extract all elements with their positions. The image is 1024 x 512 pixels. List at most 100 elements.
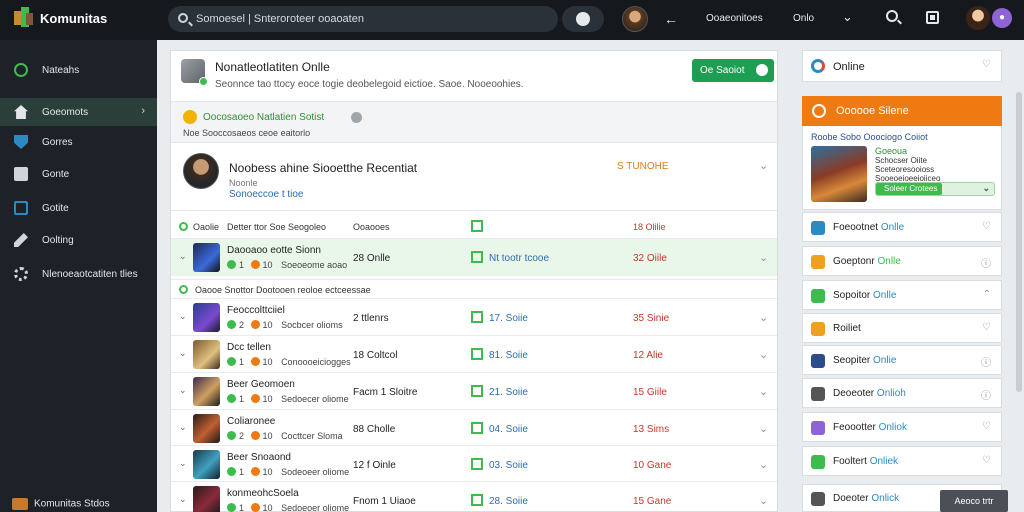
community-name[interactable]: Feoccolttciiel <box>227 305 285 316</box>
community-name[interactable]: konmeohcSoela <box>227 488 299 499</box>
checkbox[interactable] <box>471 494 483 506</box>
chevron-down-icon[interactable]: ⌄ <box>842 9 853 25</box>
table-row[interactable]: ⌄ Beer Geomoen 1 10 Sedoecer oliome Facm 1 … <box>171 372 777 410</box>
chevron-down-icon[interactable]: ⌄ <box>759 251 768 264</box>
chevron-down-icon[interactable]: ⌄ <box>179 311 187 322</box>
friend-card[interactable]: Foeootnet Onlle ♡ <box>802 212 1002 242</box>
table-row[interactable]: ⌄ Beer Snoaond 1 10 Sodeoeer oliome 12 f Oi… <box>171 445 777 483</box>
table-row[interactable]: ⌄ Dcc tellen 1 10 Conoooeiciogges 18 Coltco… <box>171 335 777 373</box>
heart-icon[interactable]: ♡ <box>982 421 991 432</box>
status-badge: S TUNOHE <box>617 161 669 172</box>
table-row[interactable]: ⌄ konmeohcSoela 1 10 Sedoeoer oliome Fnom 1… <box>171 481 777 512</box>
chevron-down-icon[interactable]: ⌄ <box>759 348 768 361</box>
chevron-down-icon[interactable]: ⌄ <box>759 311 768 324</box>
heart-icon[interactable]: ♡ <box>982 455 991 466</box>
sidebar-footer[interactable]: Komunitas Stdos <box>12 498 110 510</box>
checkbox[interactable] <box>471 385 483 397</box>
progress-button[interactable]: Soleer Crotees ⌄ <box>875 182 995 196</box>
featured-link[interactable]: Sonoeccoe t tioe <box>229 189 304 200</box>
user-avatar[interactable] <box>966 6 990 30</box>
checkbox[interactable] <box>471 458 483 470</box>
community-thumbnail <box>193 414 220 443</box>
member-count: 2 ttlenrs <box>353 313 389 324</box>
sidebar-item-4[interactable]: Gotite <box>0 194 157 222</box>
sidebar-item-2[interactable]: Gorres <box>0 128 157 156</box>
sidebar-item-1[interactable]: Goeomots › <box>0 98 157 126</box>
chevron-down-icon[interactable]: ⌄ <box>759 159 768 172</box>
info-icon[interactable]: ⓘ <box>981 387 991 402</box>
search-bar[interactable]: Somoesel | Snteroroteer ooaoaten <box>168 6 558 32</box>
friend-card[interactable]: Goeptonr Onlle ⓘ <box>802 246 1002 276</box>
checkbox[interactable] <box>471 220 483 232</box>
game-icon <box>811 492 825 506</box>
sidebar-item-6[interactable]: Nlenoeaotcatiten tlies <box>0 260 157 288</box>
table-row[interactable]: ⌄ Coliaronee 2 10 Cocttcer Sloma 88 Cholle 0… <box>171 409 777 447</box>
chevron-down-icon[interactable]: ⌄ <box>179 422 187 433</box>
checkbox[interactable] <box>471 251 483 263</box>
chevron-down-icon[interactable]: ⌄ <box>179 494 187 505</box>
online-card[interactable]: Online ♡ <box>802 50 1002 82</box>
heart-icon[interactable]: ♡ <box>982 59 991 70</box>
search-icon[interactable] <box>886 10 898 22</box>
checkbox[interactable] <box>471 311 483 323</box>
avatar[interactable] <box>622 6 648 32</box>
activity-value: 17. Soiie <box>489 313 528 324</box>
chevron-down-icon[interactable]: ⌄ <box>179 385 187 396</box>
scrollbar[interactable] <box>1016 92 1022 392</box>
info-icon[interactable]: ⓘ <box>981 255 991 270</box>
community-thumbnail <box>193 340 220 369</box>
heart-icon[interactable]: ♡ <box>982 221 991 232</box>
friend-card[interactable]: Fooltert Onliek ♡ <box>802 446 1002 476</box>
mic-button[interactable] <box>562 6 604 32</box>
arrow-left-icon[interactable]: ← <box>664 11 678 27</box>
chevron-down-icon[interactable]: ⌄ <box>759 494 768 507</box>
info-icon[interactable]: ⓘ <box>981 354 991 369</box>
chevron-down-icon[interactable]: ⌄ <box>759 385 768 398</box>
search-input[interactable]: Somoesel | Snteroroteer ooaoaten <box>196 13 364 25</box>
activity-value: 04. Soiie <box>489 424 528 435</box>
info-icon[interactable] <box>351 112 362 123</box>
community-name[interactable]: Dcc tellen <box>227 342 271 353</box>
chevron-down-icon[interactable]: ⌄ <box>179 251 187 262</box>
friend-card[interactable]: Seopiter Onlie ⓘ <box>802 345 1002 375</box>
community-meta: 1 10 Sedoeoer oliome <box>227 503 349 512</box>
sidebar-item-3[interactable]: Gonte <box>0 160 157 188</box>
window-icon[interactable] <box>926 11 939 24</box>
friend-card[interactable]: Deoeoter Onlioh ⓘ <box>802 378 1002 408</box>
checkbox[interactable] <box>471 422 483 434</box>
promo-card[interactable]: Roobe Sobo Ooociogo Coiiot Goeoua Schocs… <box>802 126 1002 210</box>
notification-badge[interactable]: ● <box>992 8 1012 28</box>
friend-card[interactable]: Feoootter Onliok ♡ <box>802 412 1002 442</box>
featured-member[interactable]: Noobess ahine Siooetthe Recentiat Noonle… <box>171 145 777 211</box>
chevron-down-icon[interactable]: ⌄ <box>179 348 187 359</box>
main-panel: Nonatleotlatiten Onlle Seonnce tao ttocy… <box>170 50 778 512</box>
chevron-down-icon[interactable]: ⌄ <box>759 422 768 435</box>
community-name[interactable]: Coliaronee <box>227 416 275 427</box>
book-icon <box>14 167 28 181</box>
info-strip: Oocosaoeo Natlatien Sotist Noe Sooccosae… <box>171 101 777 143</box>
member-count: 18 Coltcol <box>353 350 398 361</box>
nav-link-online[interactable]: Onlo <box>793 13 814 24</box>
friend-card[interactable]: Sopoitor Onlle ⌃ <box>802 280 1002 310</box>
sidebar-item-0[interactable]: Nateahs <box>0 56 157 84</box>
home-icon <box>14 63 28 77</box>
checkbox[interactable] <box>471 348 483 360</box>
chevron-up-icon[interactable]: ⌃ <box>983 289 991 300</box>
game-icon <box>811 221 825 235</box>
chevron-down-icon[interactable]: ⌄ <box>179 458 187 469</box>
table-row[interactable]: ⌄ Feoccolttciiel 2 10 Socbcer olioms 2 ttle… <box>171 298 777 336</box>
chevron-down-icon[interactable]: ⌄ <box>759 458 768 471</box>
app-logo[interactable]: Komunitas <box>12 7 107 29</box>
table-row[interactable]: ⌄ Daooaoo eotte Sionn 1 10 Soeoeome aoao 28… <box>171 238 777 276</box>
nav-link-communities[interactable]: Ooaeonitoes <box>706 13 763 24</box>
heart-icon[interactable]: ♡ <box>982 322 991 333</box>
community-name[interactable]: Daooaoo eotte Sionn <box>227 245 321 256</box>
community-name[interactable]: Beer Snoaond <box>227 452 291 463</box>
friend-card[interactable]: Roiliet ♡ <box>802 313 1002 343</box>
community-meta: 2 10 Socbcer olioms <box>227 320 343 330</box>
activity-value: 21. Soiie <box>489 387 528 398</box>
join-button[interactable]: Oe Saoiot <box>692 59 774 82</box>
sidebar-item-5[interactable]: Oolting <box>0 226 157 254</box>
featured-banner[interactable]: Oooooe Silene <box>802 96 1002 126</box>
community-name[interactable]: Beer Geomoen <box>227 379 295 390</box>
